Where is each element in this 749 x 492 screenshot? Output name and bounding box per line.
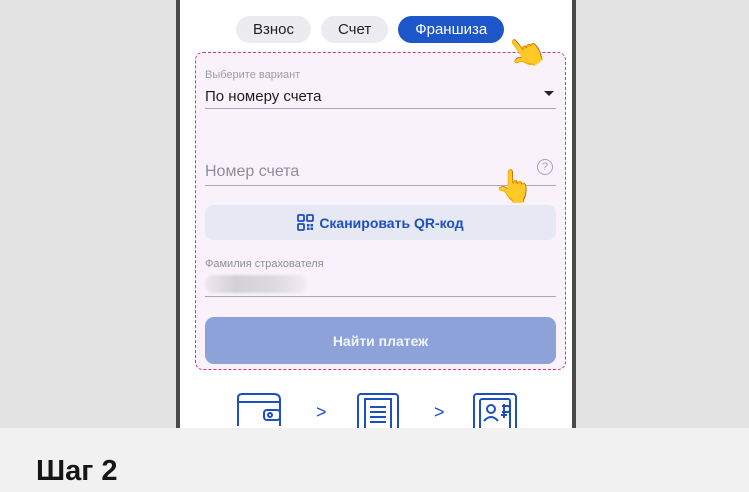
person-card-icon: [473, 393, 517, 428]
search-form: Выберите вариант По номеру счета Номер с…: [195, 52, 566, 370]
tab-franshiza[interactable]: Франшиза: [398, 16, 505, 43]
surname-underline: [205, 296, 556, 297]
variant-select[interactable]: По номеру счета: [205, 88, 321, 105]
scan-qr-button[interactable]: Сканировать QR-код: [205, 205, 556, 240]
tab-vznos[interactable]: Взнос: [236, 16, 312, 43]
select-underline: [205, 108, 556, 109]
chevron-right-icon: >: [316, 402, 327, 422]
steps-illustration: > >: [236, 392, 526, 428]
dropdown-arrow-icon[interactable]: [544, 91, 554, 96]
wallet-icon: [237, 393, 281, 426]
step-caption: Шаг 2: [36, 455, 118, 487]
payment-type-tabs: Взнос Счет Франшиза: [236, 16, 505, 43]
chevron-right-icon: >: [434, 402, 445, 422]
receipt-icon: [357, 393, 399, 428]
help-icon[interactable]: ?: [537, 159, 553, 175]
find-payment-button[interactable]: Найти платеж: [205, 317, 556, 364]
select-label: Выберите вариант: [205, 69, 301, 81]
account-number-input[interactable]: Номер счета: [205, 163, 299, 181]
qr-code-icon: [297, 214, 315, 231]
scan-qr-label: Сканировать QR-код: [319, 214, 464, 231]
surname-field-blurred[interactable]: [205, 275, 307, 293]
tab-schet[interactable]: Счет: [321, 16, 389, 43]
surname-label: Фамилия страхователя: [205, 258, 324, 270]
pointing-hand-icon: 👆: [494, 168, 534, 204]
